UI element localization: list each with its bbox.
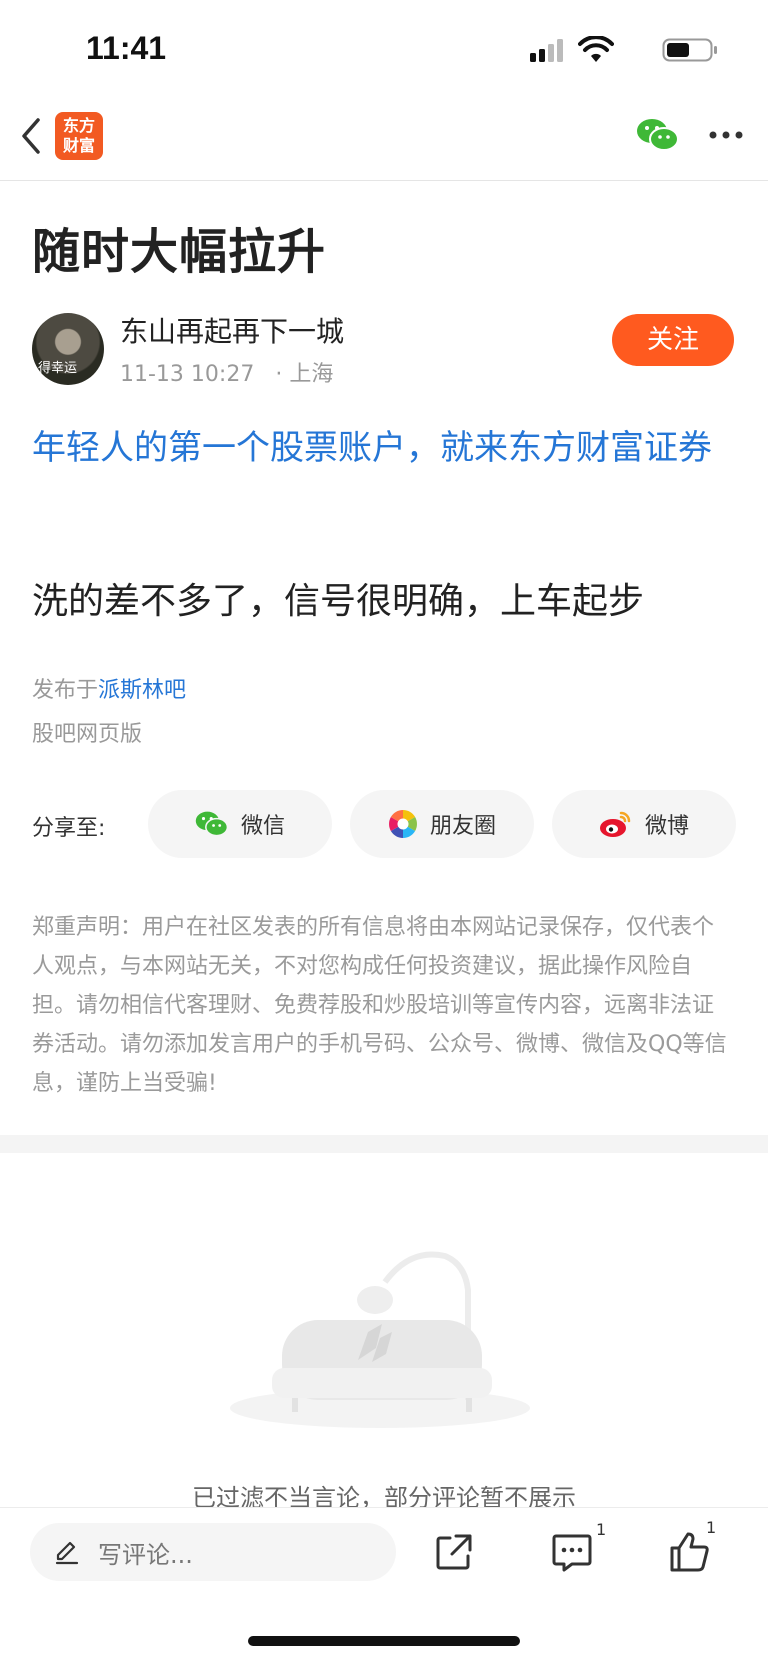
promo-link[interactable]: 年轻人的第一个股票账户，就来东方财富证券 xyxy=(32,420,738,476)
share-moments-button[interactable]: 朋友圈 xyxy=(350,790,534,858)
follow-button[interactable]: 关注 xyxy=(612,314,734,366)
home-indicator xyxy=(248,1636,520,1646)
logo-line2: 财富 xyxy=(62,136,95,155)
post-body: 洗的差不多了，信号很明确，上车起步 xyxy=(32,581,645,622)
pencil-icon xyxy=(55,1541,79,1565)
status-time: 11:41 xyxy=(86,30,167,66)
status-bar: 11:41 xyxy=(0,0,768,100)
share-moments-label: 朋友圈 xyxy=(429,814,496,839)
post-source: 股吧网页版 xyxy=(32,722,143,747)
share-wechat-button[interactable]: 微信 xyxy=(148,790,332,858)
author-avatar[interactable]: 得幸运 xyxy=(32,313,104,385)
empty-comments-illustration xyxy=(230,1251,530,1428)
nav-bar: 东方 财富 xyxy=(0,100,768,181)
share-weibo-button[interactable]: 微博 xyxy=(552,790,736,858)
comment-count: 1 xyxy=(596,1520,607,1539)
more-icon[interactable] xyxy=(708,130,744,140)
share-label: 分享至: xyxy=(32,816,106,841)
like-count: 1 xyxy=(706,1518,717,1537)
comment-input[interactable]: 写评论... xyxy=(30,1523,396,1581)
posted-prefix: 发布于 xyxy=(32,678,99,703)
avatar-caption: 得幸运 xyxy=(38,361,78,376)
wifi-icon xyxy=(578,36,614,62)
moments-icon xyxy=(389,810,417,838)
share-weibo-label: 微博 xyxy=(644,814,689,839)
post-location: · 上海 xyxy=(275,362,334,387)
post-meta: 11-13 10:27 · 上海 xyxy=(120,356,333,388)
disclaimer-text: 郑重声明：用户在社区发表的所有信息将由本网站记录保存，仅代表个人观点，与本网站无… xyxy=(32,915,727,1096)
battery-icon xyxy=(662,38,717,62)
weibo-icon xyxy=(599,811,631,837)
share-icon[interactable] xyxy=(430,1528,478,1576)
post-datetime: 11-13 10:27 xyxy=(120,362,255,387)
comment-placeholder: 写评论... xyxy=(98,1540,193,1569)
wechat-icon xyxy=(195,811,229,837)
post-title: 随时大幅拉升 xyxy=(32,224,327,280)
signal-icon xyxy=(530,39,563,62)
back-icon[interactable] xyxy=(18,116,44,156)
share-wechat-label: 微信 xyxy=(240,814,285,839)
logo-line1: 东方 xyxy=(62,116,95,135)
wechat-share-icon[interactable] xyxy=(636,116,680,154)
bar-link[interactable]: 派斯林吧 xyxy=(98,678,186,703)
app-logo[interactable]: 东方 财富 xyxy=(55,112,103,160)
posted-in: 发布于派斯林吧 xyxy=(32,672,186,704)
comment-icon[interactable] xyxy=(548,1528,596,1576)
author-name[interactable]: 东山再起再下一城 xyxy=(120,310,344,350)
section-divider xyxy=(0,1135,768,1153)
